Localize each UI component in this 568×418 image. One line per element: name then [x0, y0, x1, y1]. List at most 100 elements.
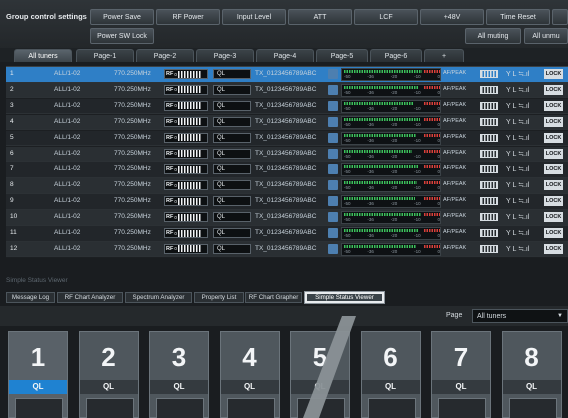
antenna-icon: Y L ≒.ıl: [506, 71, 530, 78]
lock-icon[interactable]: LOCK: [544, 164, 563, 175]
lock-icon[interactable]: LOCK: [544, 212, 563, 223]
meter-tick: -36: [367, 233, 374, 238]
tab-rf-chart-analyzer[interactable]: RF Chart Analyzer: [57, 292, 123, 303]
tab-page-5[interactable]: Page-5: [316, 49, 368, 62]
tuner-name: ALL/1-02: [54, 117, 81, 125]
table-row[interactable]: 6 ALL/1-02 770.250MHz RF 0 QL TX_0123456789ABC…: [6, 146, 568, 162]
status-card[interactable]: 5 QL: [290, 331, 350, 418]
status-card[interactable]: 6 QL: [360, 331, 421, 418]
all-unmute-button[interactable]: All unmu: [524, 28, 568, 44]
meter-scale: -50 -36 -20 -10 0: [344, 169, 440, 174]
lock-icon[interactable]: LOCK: [544, 196, 563, 207]
meter-tick: -36: [367, 105, 374, 111]
speaker-icon[interactable]: [328, 164, 338, 175]
status-card[interactable]: 4 QL: [219, 331, 280, 418]
meter-green-bar: [344, 229, 418, 232]
rf-bars-icon: [177, 197, 202, 205]
lock-icon[interactable]: LOCK: [544, 132, 563, 143]
tab-rf-chart-grapher[interactable]: RF Chart Grapher: [245, 292, 302, 303]
af-meter: -50 -36 -20 -10 0: [341, 83, 441, 97]
status-card[interactable]: 3 QL: [149, 331, 209, 418]
antenna-icon: Y L ≒.ıl: [506, 102, 530, 110]
lock-icon[interactable]: LOCK: [544, 243, 563, 254]
meter-tick: -20: [390, 121, 398, 127]
chevron-down-icon[interactable]: ▼: [557, 313, 563, 319]
table-row[interactable]: 1 ALL/1-02 770.250MHz RF 0 QL TX_0123456789ABC…: [6, 67, 568, 83]
meter-tick: 0: [437, 185, 440, 191]
battery-icon: [480, 117, 498, 126]
table-row[interactable]: 8 ALL/1-02 770.250MHz RF 0 QL TX_0123456789ABC…: [6, 178, 568, 194]
table-row[interactable]: 3 ALL/1-02 770.250MHz RF 0 QL TX_0123456789ABC…: [6, 98, 568, 115]
status-card[interactable]: 2 QL: [78, 331, 139, 418]
lock-icon[interactable]: LOCK: [544, 228, 563, 238]
transmitter-name: TX_0123456789ABC: [255, 117, 317, 125]
antenna-icon: Y L ≒.ıl: [506, 166, 530, 174]
lock-icon[interactable]: LOCK: [544, 148, 563, 159]
power-sw-lock-button[interactable]: Power SW Lock: [90, 28, 154, 44]
page-select[interactable]: All tuners ▼: [472, 309, 568, 323]
tab-page-2[interactable]: Page-2: [136, 49, 194, 62]
table-row[interactable]: 9 ALL/1-02 770.250MHz RF 0 QL TX_0123456789ABC…: [6, 194, 568, 210]
table-row[interactable]: 7 ALL/1-02 770.250MHz RF 0 QL TX_0123456789ABC…: [6, 162, 568, 178]
tab-spectrum-analyzer[interactable]: Spectrum Analyzer: [125, 292, 192, 303]
lock-icon[interactable]: LOCK: [544, 69, 563, 79]
speaker-icon[interactable]: [328, 212, 338, 223]
time-reset-button[interactable]: Time Reset: [486, 9, 550, 25]
table-row[interactable]: 12 ALL/1-02 770.250MHz RF 0 QL TX_0123456789AB…: [6, 241, 568, 258]
all-muting-button[interactable]: All muting: [465, 28, 521, 44]
tuner-name: ALL/1-02: [54, 85, 81, 93]
speaker-icon[interactable]: [328, 100, 338, 111]
tab-page-3[interactable]: Page-3: [196, 49, 254, 62]
att-button[interactable]: ATT: [288, 9, 352, 25]
phantom-48v-button[interactable]: +48V: [420, 9, 484, 25]
tab-page-6[interactable]: Page-6: [370, 49, 422, 62]
input-level-button[interactable]: Input Level: [222, 9, 286, 25]
speaker-icon[interactable]: [328, 132, 338, 143]
lock-icon[interactable]: LOCK: [544, 84, 563, 95]
rf-level: RF 0: [164, 100, 208, 111]
speaker-icon[interactable]: [328, 116, 338, 127]
af-peak-label: AF/PEAK: [443, 70, 467, 76]
speaker-icon[interactable]: [328, 243, 338, 254]
tab-simple-status-viewer[interactable]: Simple Status Viewer: [304, 291, 385, 304]
card-number: 2: [101, 342, 116, 372]
rf-power-button[interactable]: RF Power: [156, 9, 220, 25]
speaker-icon[interactable]: [328, 228, 338, 238]
status-card[interactable]: 8 QL: [501, 331, 562, 418]
tab-add[interactable]: +: [424, 49, 464, 62]
tuner-name: ALL/1-02: [54, 197, 81, 205]
group-control-toolbar: Group control settings Power Save RF Pow…: [0, 0, 568, 48]
lock-icon[interactable]: LOCK: [544, 180, 563, 191]
lock-icon[interactable]: LOCK: [544, 116, 563, 127]
power-save-button[interactable]: Power Save: [90, 9, 154, 25]
table-row[interactable]: 2 ALL/1-02 770.250MHz RF 0 QL TX_0123456789ABC…: [6, 82, 568, 99]
table-row[interactable]: 5 ALL/1-02 770.250MHz RF 0 QL TX_0123456789ABC…: [6, 130, 568, 147]
rf-value: 0: [174, 214, 177, 220]
table-row[interactable]: 10 ALL/1-02 770.250MHz RF 0 QL TX_0123456789AB…: [6, 210, 568, 226]
status-card[interactable]: 1 QL: [8, 331, 68, 418]
speaker-icon[interactable]: [328, 69, 338, 79]
more-button[interactable]: [552, 9, 568, 25]
tab-property-list[interactable]: Property List: [194, 292, 244, 303]
meter-tick: -20: [390, 217, 398, 223]
tab-page-4[interactable]: Page-4: [256, 49, 314, 62]
rf-level: RF 0: [164, 228, 208, 238]
speaker-icon[interactable]: [328, 84, 338, 95]
table-row[interactable]: 4 ALL/1-02 770.250MHz RF 0 QL TX_0123456789ABC…: [6, 114, 568, 131]
card-level-box: [85, 398, 134, 418]
speaker-icon[interactable]: [328, 180, 338, 191]
speaker-icon[interactable]: [328, 196, 338, 207]
tab-message-log[interactable]: Message Log: [6, 292, 55, 303]
tab-all-tuners[interactable]: All tuners: [14, 49, 72, 62]
battery-icon: [480, 70, 498, 78]
status-card[interactable]: 7 QL: [431, 331, 491, 418]
meter-tick: 0: [437, 248, 440, 254]
tab-page-1[interactable]: Page-1: [76, 49, 134, 62]
window-tab-bar: Message Log RF Chart Analyzer Spectrum Ana…: [0, 290, 568, 304]
table-row[interactable]: 11 ALL/1-02 770.250MHz RF 0 QL TX_0123456789AB…: [6, 226, 568, 242]
panel-title: Simple Status Viewer: [6, 277, 68, 284]
lock-icon[interactable]: LOCK: [544, 100, 563, 111]
lcf-button[interactable]: LCF: [354, 9, 418, 25]
speaker-icon[interactable]: [328, 148, 338, 159]
meter-peak-bar: [424, 181, 440, 185]
